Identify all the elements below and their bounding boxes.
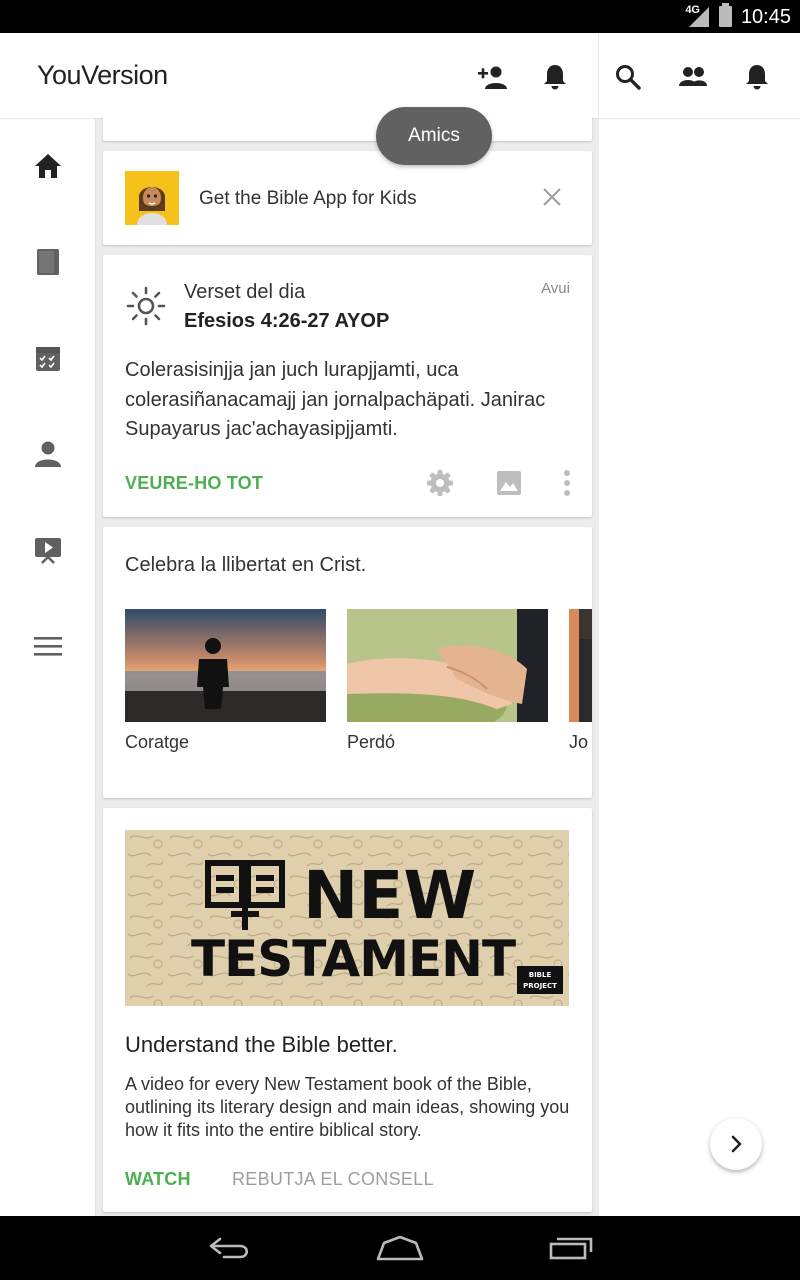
clock: 10:45: [740, 6, 791, 28]
chevron-right-icon: [731, 1135, 742, 1153]
verse-date: Avui: [541, 280, 570, 297]
banner-title-line1: NEW: [303, 857, 476, 934]
notifications-icon[interactable]: [735, 55, 779, 99]
system-navigation-bar: [0, 1216, 800, 1280]
banner-title-line2: TESTAMENT: [191, 930, 516, 988]
plan-item[interactable]: Jo: [569, 609, 592, 753]
new-testament-card: NEW TESTAMENT BIBLE PROJECT Understand t…: [103, 808, 592, 1212]
verse-of-the-day-label: Verset del dia: [184, 281, 306, 303]
notifications-icon[interactable]: [533, 55, 577, 99]
profile-icon[interactable]: [24, 430, 72, 478]
kids-app-text: Get the Bible App for Kids: [199, 188, 417, 209]
kids-app-card[interactable]: Get the Bible App for Kids: [103, 151, 592, 245]
side-navigation: [0, 119, 96, 1216]
signal-icon: [689, 7, 709, 27]
more-options-icon[interactable]: [551, 467, 583, 499]
verse-of-the-day-card: Verset del dia Efesios 4:26-27 AYOP Avui…: [103, 255, 592, 517]
card-description: A video for every New Testament book of …: [125, 1074, 570, 1140]
plan-title: Perdó: [347, 732, 396, 752]
battery-icon: [719, 3, 732, 27]
search-icon[interactable]: [606, 55, 650, 99]
plan-item[interactable]: Coratge: [125, 609, 326, 753]
card-title: Understand the Bible better.: [125, 1032, 398, 1057]
tooltip: Amics: [376, 107, 492, 165]
sun-icon: [125, 285, 167, 327]
reading-plans-card: Celebra la llibertat en Crist. Coratge P…: [103, 527, 592, 798]
home-icon[interactable]: [24, 142, 72, 190]
videos-icon[interactable]: [24, 526, 72, 574]
plan-title: Coratge: [125, 732, 190, 752]
recent-apps-icon[interactable]: [539, 1226, 603, 1270]
plan-thumbnail: [125, 609, 326, 722]
settings-icon[interactable]: [424, 467, 456, 499]
banner-badge-line2: PROJECT: [523, 982, 557, 990]
banner-badge-line1: BIBLE: [529, 971, 552, 979]
see-all-button[interactable]: VEURE-HO TOT: [125, 473, 263, 494]
menu-icon[interactable]: [24, 622, 72, 670]
verse-text[interactable]: Colerasisinjja jan juch lurapjjamti, uca…: [125, 356, 575, 445]
previous-card: [103, 115, 592, 141]
plan-item[interactable]: Perdó: [347, 609, 548, 753]
app-bar-divider: [598, 33, 599, 119]
right-panel: [599, 119, 800, 1216]
app-logo: YouVersion: [37, 60, 168, 90]
plan-thumbnail: [347, 609, 548, 722]
watch-button[interactable]: WATCH: [125, 1169, 191, 1190]
add-friend-icon[interactable]: [470, 55, 514, 99]
verse-reference[interactable]: Efesios 4:26-27 AYOP: [184, 310, 389, 333]
bible-icon[interactable]: [24, 238, 72, 286]
plans-section-title: Celebra la llibertat en Crist.: [125, 554, 367, 576]
app-bar: YouVersion: [0, 33, 800, 119]
dismiss-suggestion-button[interactable]: REBUTJA EL CONSELL: [232, 1169, 434, 1190]
plan-title: Jo: [569, 732, 589, 752]
plans-icon[interactable]: [24, 334, 72, 382]
back-icon[interactable]: [198, 1226, 262, 1270]
plan-thumbnail: [569, 609, 592, 722]
status-bar: 4G 10:45: [0, 0, 800, 33]
image-icon[interactable]: [493, 467, 525, 499]
close-icon[interactable]: [540, 185, 564, 209]
friends-icon[interactable]: [671, 55, 715, 99]
new-testament-banner[interactable]: NEW TESTAMENT BIBLE PROJECT: [125, 830, 569, 1006]
next-button[interactable]: [710, 1118, 762, 1170]
home-button-icon[interactable]: [368, 1226, 432, 1270]
kids-app-thumbnail: [125, 171, 179, 225]
